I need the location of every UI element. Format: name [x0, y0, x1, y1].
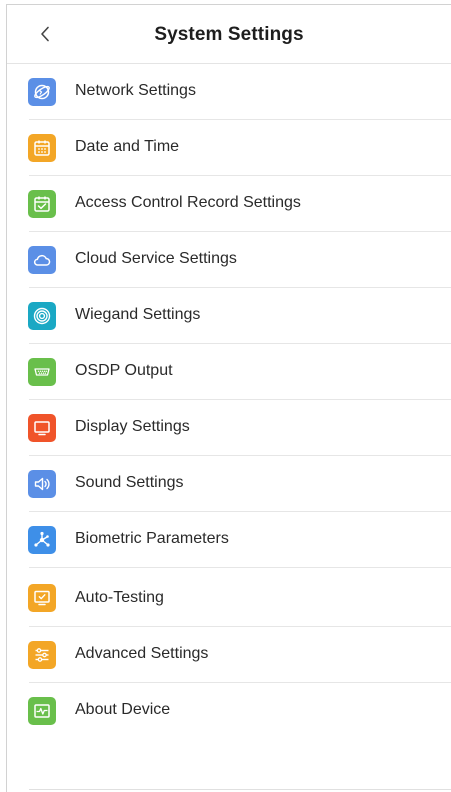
menu-item-label: Display Settings: [75, 418, 190, 435]
calendar-check-icon: [28, 190, 56, 218]
speaker-icon: [28, 470, 56, 498]
menu-item-advanced-settings[interactable]: Advanced Settings: [7, 627, 451, 683]
settings-list: Network Settings Date and Time Access Co…: [7, 64, 451, 739]
menu-item-label: Access Control Record Settings: [75, 194, 301, 211]
menu-item-access-control-record-settings[interactable]: Access Control Record Settings: [7, 176, 451, 232]
menu-item-cloud-service-settings[interactable]: Cloud Service Settings: [7, 232, 451, 288]
menu-item-wiegand-settings[interactable]: Wiegand Settings: [7, 288, 451, 344]
menu-item-label: Date and Time: [75, 138, 180, 155]
menu-item-label: Sound Settings: [75, 474, 184, 491]
globe-icon: [28, 78, 56, 106]
cloud-icon: [28, 246, 56, 274]
menu-item-biometric-parameters[interactable]: Biometric Parameters: [7, 512, 451, 568]
menu-item-label: Advanced Settings: [75, 645, 209, 662]
network-nodes-icon: [28, 526, 56, 554]
settings-screen: System Settings Network Settings Date an…: [6, 4, 451, 792]
divider: [29, 789, 451, 790]
serial-port-icon: [28, 358, 56, 386]
page-title: System Settings: [154, 24, 304, 45]
device-pulse-icon: [28, 697, 56, 725]
menu-item-label: About Device: [75, 701, 171, 718]
menu-item-label: Network Settings: [75, 82, 196, 99]
monitor-icon: [28, 414, 56, 442]
menu-item-label: Cloud Service Settings: [75, 250, 237, 267]
menu-item-label: Wiegand Settings: [75, 306, 201, 323]
menu-item-network-settings[interactable]: Network Settings: [7, 64, 451, 120]
menu-item-display-settings[interactable]: Display Settings: [7, 400, 451, 456]
menu-item-label: Auto-Testing: [75, 589, 164, 606]
target-icon: [28, 302, 56, 330]
header: System Settings: [7, 5, 451, 64]
menu-item-label: Biometric Parameters: [75, 530, 229, 547]
menu-item-auto-testing[interactable]: Auto-Testing: [7, 568, 451, 627]
sliders-icon: [28, 641, 56, 669]
menu-item-date-and-time[interactable]: Date and Time: [7, 120, 451, 176]
menu-item-label: OSDP Output: [75, 362, 173, 379]
menu-item-osdp-output[interactable]: OSDP Output: [7, 344, 451, 400]
monitor-check-icon: [28, 584, 56, 612]
menu-item-sound-settings[interactable]: Sound Settings: [7, 456, 451, 512]
calendar-icon: [28, 134, 56, 162]
menu-item-about-device[interactable]: About Device: [7, 683, 451, 739]
